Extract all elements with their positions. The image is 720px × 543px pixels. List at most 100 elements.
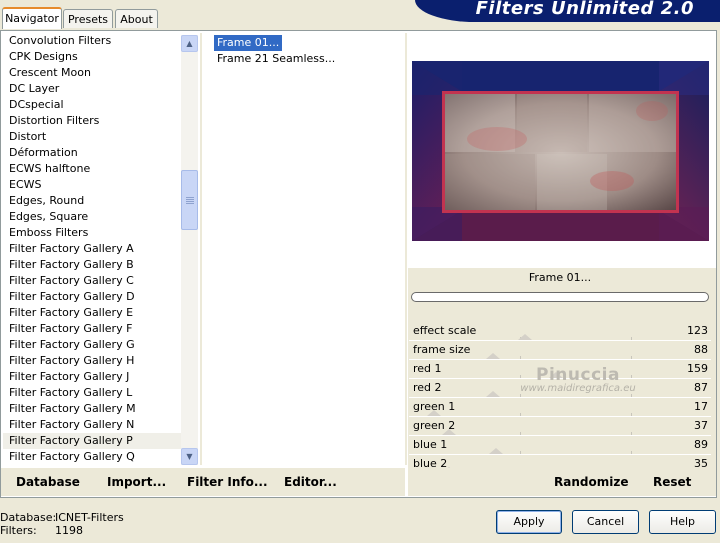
filter-category-item[interactable]: Filter Factory Gallery E [3, 305, 181, 321]
slider-tick [520, 356, 521, 359]
filter-category-item[interactable]: Edges, Round [3, 193, 181, 209]
tab-presets[interactable]: Presets [63, 9, 113, 28]
slider-handle[interactable] [426, 410, 441, 416]
filter-category-list[interactable]: Convolution Filters CPK Designs Crescent M… [3, 33, 181, 467]
parameter-name: red 1 [413, 362, 442, 375]
filter-category-item[interactable]: DC Layer [3, 81, 181, 97]
parameter-row[interactable]: blue 1 89 [409, 436, 711, 455]
filter-category-item[interactable]: Filter Factory Gallery P [3, 433, 181, 449]
divider [200, 33, 202, 465]
slider-handle[interactable] [548, 372, 563, 378]
slider-tick [520, 375, 521, 378]
parameter-row[interactable]: red 1 159 [409, 360, 711, 379]
filter-category-item[interactable]: Filter Factory Gallery A [3, 241, 181, 257]
parameter-value: 17 [694, 400, 708, 413]
parameter-name: effect scale [413, 324, 477, 337]
scroll-down-button[interactable]: ▼ [181, 448, 198, 465]
filter-category-item[interactable]: Filter Factory Gallery G [3, 337, 181, 353]
filter-category-item[interactable]: Filter Factory Gallery B [3, 257, 181, 273]
filter-category-item[interactable]: Crescent Moon [3, 65, 181, 81]
slider-handle[interactable] [488, 448, 503, 454]
filter-category-item[interactable]: Emboss Filters [3, 225, 181, 241]
parameter-row[interactable]: green 2 37 [409, 417, 711, 436]
parameter-value: 88 [694, 343, 708, 356]
parameter-value: 89 [694, 438, 708, 451]
filter-category-item[interactable]: Filter Factory Gallery F [3, 321, 181, 337]
parameter-value: 159 [687, 362, 708, 375]
randomize-button[interactable]: Randomize [554, 475, 628, 489]
preview-effect-name: Frame 01... [528, 271, 592, 284]
filter-category-item[interactable]: Filter Factory Gallery D [3, 289, 181, 305]
filter-category-item[interactable]: ECWS [3, 177, 181, 193]
slider-tick [631, 451, 632, 454]
reset-button[interactable]: Reset [653, 475, 691, 489]
slider-tick [631, 356, 632, 359]
slider-tick [631, 375, 632, 378]
slider-handle[interactable] [517, 334, 532, 340]
slider-tick [631, 394, 632, 397]
filters-count-label: Filters: [0, 524, 37, 537]
app-title: Filters Unlimited 2.0 [475, 0, 694, 19]
effect-item[interactable]: Frame 21 Seamless... [214, 51, 399, 67]
filter-category-item[interactable]: Filter Factory Gallery M [3, 401, 181, 417]
slider-tick [631, 337, 632, 340]
parameter-value: 37 [694, 419, 708, 432]
tab-navigator[interactable]: Navigator [2, 7, 62, 29]
filter-category-item[interactable]: Déformation [3, 145, 181, 161]
down-arrow-icon: ▼ [186, 452, 193, 461]
parameter-list: effect scale 123 frame size 88 red 1 159 red 2… [409, 322, 711, 474]
filter-category-item[interactable]: Filter Factory Gallery H [3, 353, 181, 369]
progress-bar [411, 292, 709, 302]
filters-count-value: 1198 [55, 524, 83, 537]
filter-category-item[interactable]: Distortion Filters [3, 113, 181, 129]
filter-category-item[interactable]: DCspecial [3, 97, 181, 113]
divider [405, 33, 407, 465]
parameter-value: 123 [687, 324, 708, 337]
scroll-up-button[interactable]: ▲ [181, 35, 198, 52]
slider-tick [520, 451, 521, 454]
cancel-button[interactable]: Cancel [572, 510, 639, 534]
effect-list[interactable]: Frame 01... Frame 21 Seamless... [212, 34, 399, 67]
filter-category-item[interactable]: CPK Designs [3, 49, 181, 65]
parameter-row[interactable]: frame size 88 [409, 341, 711, 360]
slider-handle[interactable] [486, 391, 501, 397]
effect-item[interactable]: Frame 01... [212, 34, 284, 52]
database-button[interactable]: Database [16, 475, 80, 489]
filter-category-item[interactable]: Filter Factory Gallery N [3, 417, 181, 433]
tab-about[interactable]: About [115, 9, 158, 28]
slider-tick [520, 413, 521, 416]
filter-category-item[interactable]: Edges, Square [3, 209, 181, 225]
filter-info-button[interactable]: Filter Info... [187, 475, 268, 489]
filter-category-item[interactable]: Distort [3, 129, 181, 145]
parameter-name: frame size [413, 343, 471, 356]
editor-button[interactable]: Editor... [284, 475, 337, 489]
help-button[interactable]: Help [649, 510, 716, 534]
parameter-name: blue 1 [413, 438, 448, 451]
filter-category-item[interactable]: Filter Factory Gallery Q [3, 449, 181, 465]
scroll-thumb[interactable] [181, 170, 198, 230]
filter-category-item[interactable]: Filter Factory Gallery J [3, 369, 181, 385]
slider-handle[interactable] [486, 353, 501, 359]
slider-tick [631, 432, 632, 435]
import-button[interactable]: Import... [107, 475, 166, 489]
apply-button[interactable]: Apply [496, 510, 562, 534]
slider-tick [520, 432, 521, 435]
filter-category-item[interactable]: Filter Factory Gallery C [3, 273, 181, 289]
preview-image [412, 61, 709, 241]
filter-category-item[interactable]: Convolution Filters [3, 33, 181, 49]
parameter-value: 87 [694, 381, 708, 394]
parameter-row[interactable]: green 1 17 [409, 398, 711, 417]
title-banner: Filters Unlimited 2.0 [415, 0, 720, 22]
slider-handle[interactable] [442, 429, 457, 435]
filter-category-item[interactable]: Filter Factory Gallery L [3, 385, 181, 401]
parameter-row[interactable]: red 2 87 [409, 379, 711, 398]
database-status-label: Database: [0, 511, 57, 524]
parameter-row[interactable]: effect scale 123 [409, 322, 711, 341]
database-status-value: ICNET-Filters [55, 511, 124, 524]
slider-tick [631, 413, 632, 416]
slider-tick [520, 394, 521, 397]
filter-category-item[interactable]: ECWS halftone [3, 161, 181, 177]
parameter-name: red 2 [413, 381, 442, 394]
category-scrollbar[interactable]: ▲ ▼ [181, 35, 198, 465]
up-arrow-icon: ▲ [186, 39, 193, 48]
